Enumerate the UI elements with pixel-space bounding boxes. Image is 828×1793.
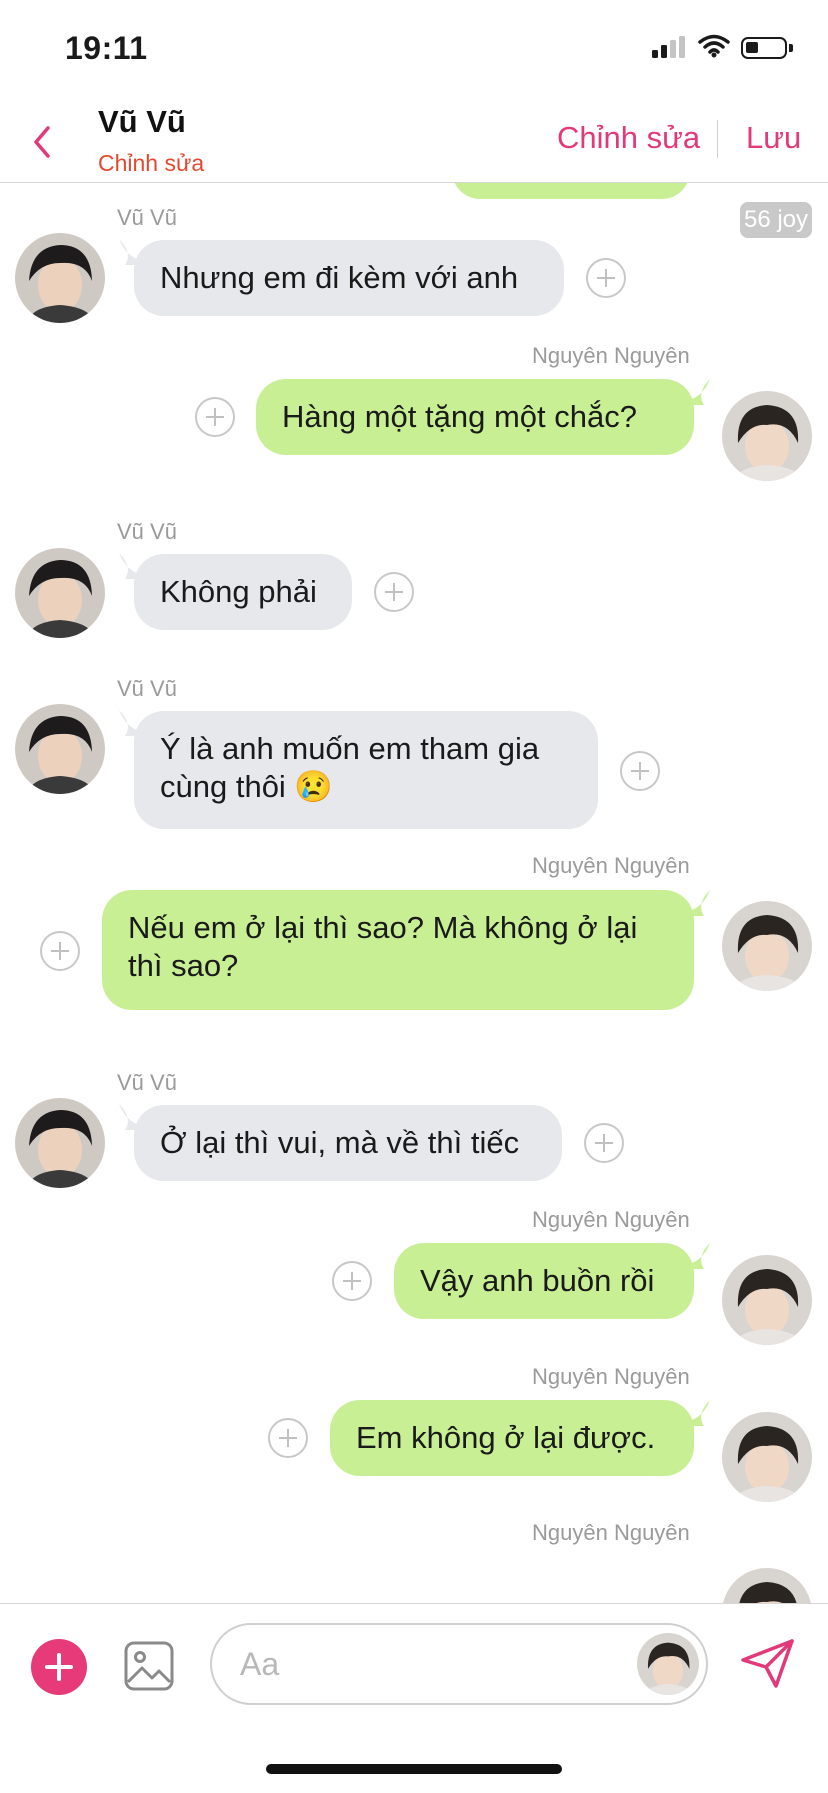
input-placeholder: Aa [240,1646,280,1682]
contact-name: Vũ Vũ [98,104,186,139]
contact-subtitle[interactable]: Chỉnh sửa [98,150,204,177]
reaction-plus-icon[interactable] [268,1418,308,1458]
send-icon[interactable] [740,1638,796,1695]
stamp-badge: 56 joy [740,202,812,238]
message-text-line: Ý là anh muốn em tham gia [160,731,540,766]
reaction-plus-icon[interactable] [374,572,414,612]
status-bar: 19:11 [0,0,828,100]
wifi-icon [698,34,730,63]
sender-name: Nguyên Nguyên [532,1364,690,1389]
plus-icon[interactable] [31,1639,87,1695]
sender-name: Vũ Vũ [117,205,177,230]
message-list[interactable]: 56 joy Vũ Vũ Nhưng em đi kèm với anh Ngu… [0,183,828,1603]
sender-name: Nguyên Nguyên [532,1207,690,1232]
sender-name: Nguyên Nguyên [532,853,690,878]
message-bubble[interactable]: Ở lại thì vui, mà về thì tiếc [134,1105,562,1181]
message-bubble[interactable]: Em không ở lại được. [330,1400,694,1476]
message-text-line: thì sao? [128,948,239,983]
message-bubble[interactable]: Không phải [134,554,352,630]
message-text: Nhưng em đi kèm với anh [160,260,519,295]
message-input[interactable]: Aa [210,1623,708,1705]
status-time: 19:11 [65,30,148,66]
home-indicator[interactable] [266,1764,562,1774]
message-bubble[interactable]: Hàng một tặng một chắc? [256,379,694,455]
message-bubble[interactable]: Ý là anh muốn em tham gia cùng thôi 😢 [134,711,598,829]
avatar-nguyen[interactable] [722,1412,812,1502]
reaction-plus-icon[interactable] [332,1261,372,1301]
message-text-line: cùng thôi 😢 [160,769,334,804]
avatar-nguyen[interactable] [722,391,812,481]
avatar-vu[interactable] [15,233,105,323]
avatar-nguyen[interactable] [637,1633,699,1695]
avatar-nguyen[interactable] [722,901,812,991]
sender-name: Nguyên Nguyên [532,343,690,368]
avatar-vu[interactable] [15,548,105,638]
battery-icon [741,37,793,59]
reaction-plus-icon[interactable] [40,931,80,971]
sender-name: Nguyên Nguyên [532,1520,690,1545]
reaction-plus-icon[interactable] [586,258,626,298]
header-divider [717,120,718,158]
sender-name: Vũ Vũ [117,1070,177,1095]
save-button[interactable]: Lưu [746,120,801,156]
reaction-plus-icon[interactable] [584,1123,624,1163]
image-icon[interactable] [123,1640,175,1697]
message-text: Ở lại thì vui, mà về thì tiếc [160,1125,520,1160]
avatar-nguyen[interactable] [722,1255,812,1345]
sender-name: Vũ Vũ [117,676,177,701]
back-button[interactable] [28,122,58,167]
message-text: Hàng một tặng một chắc? [282,399,637,434]
reaction-plus-icon[interactable] [195,397,235,437]
message-text: Vậy anh buồn rồi [420,1263,655,1298]
message-bubble[interactable]: Nhưng em đi kèm với anh [134,240,564,316]
message-bubble[interactable]: Vậy anh buồn rồi [394,1243,694,1319]
chat-header: Vũ Vũ Chỉnh sửa Chỉnh sửa Lưu [0,100,828,183]
sender-name: Vũ Vũ [117,519,177,544]
avatar-vu[interactable] [15,704,105,794]
message-text-line: Nếu em ở lại thì sao? Mà không ở lại [128,910,638,945]
edit-button[interactable]: Chỉnh sửa [557,120,700,156]
message-bubble[interactable]: Nếu em ở lại thì sao? Mà không ở lại thì… [102,890,694,1010]
partial-message-bubble[interactable] [452,183,690,199]
avatar-vu[interactable] [15,1098,105,1188]
signal-icon [652,36,688,63]
avatar-nguyen[interactable] [722,1568,812,1603]
message-text: Em không ở lại được. [356,1420,656,1455]
message-text: Không phải [160,574,317,609]
reaction-plus-icon[interactable] [620,751,660,791]
